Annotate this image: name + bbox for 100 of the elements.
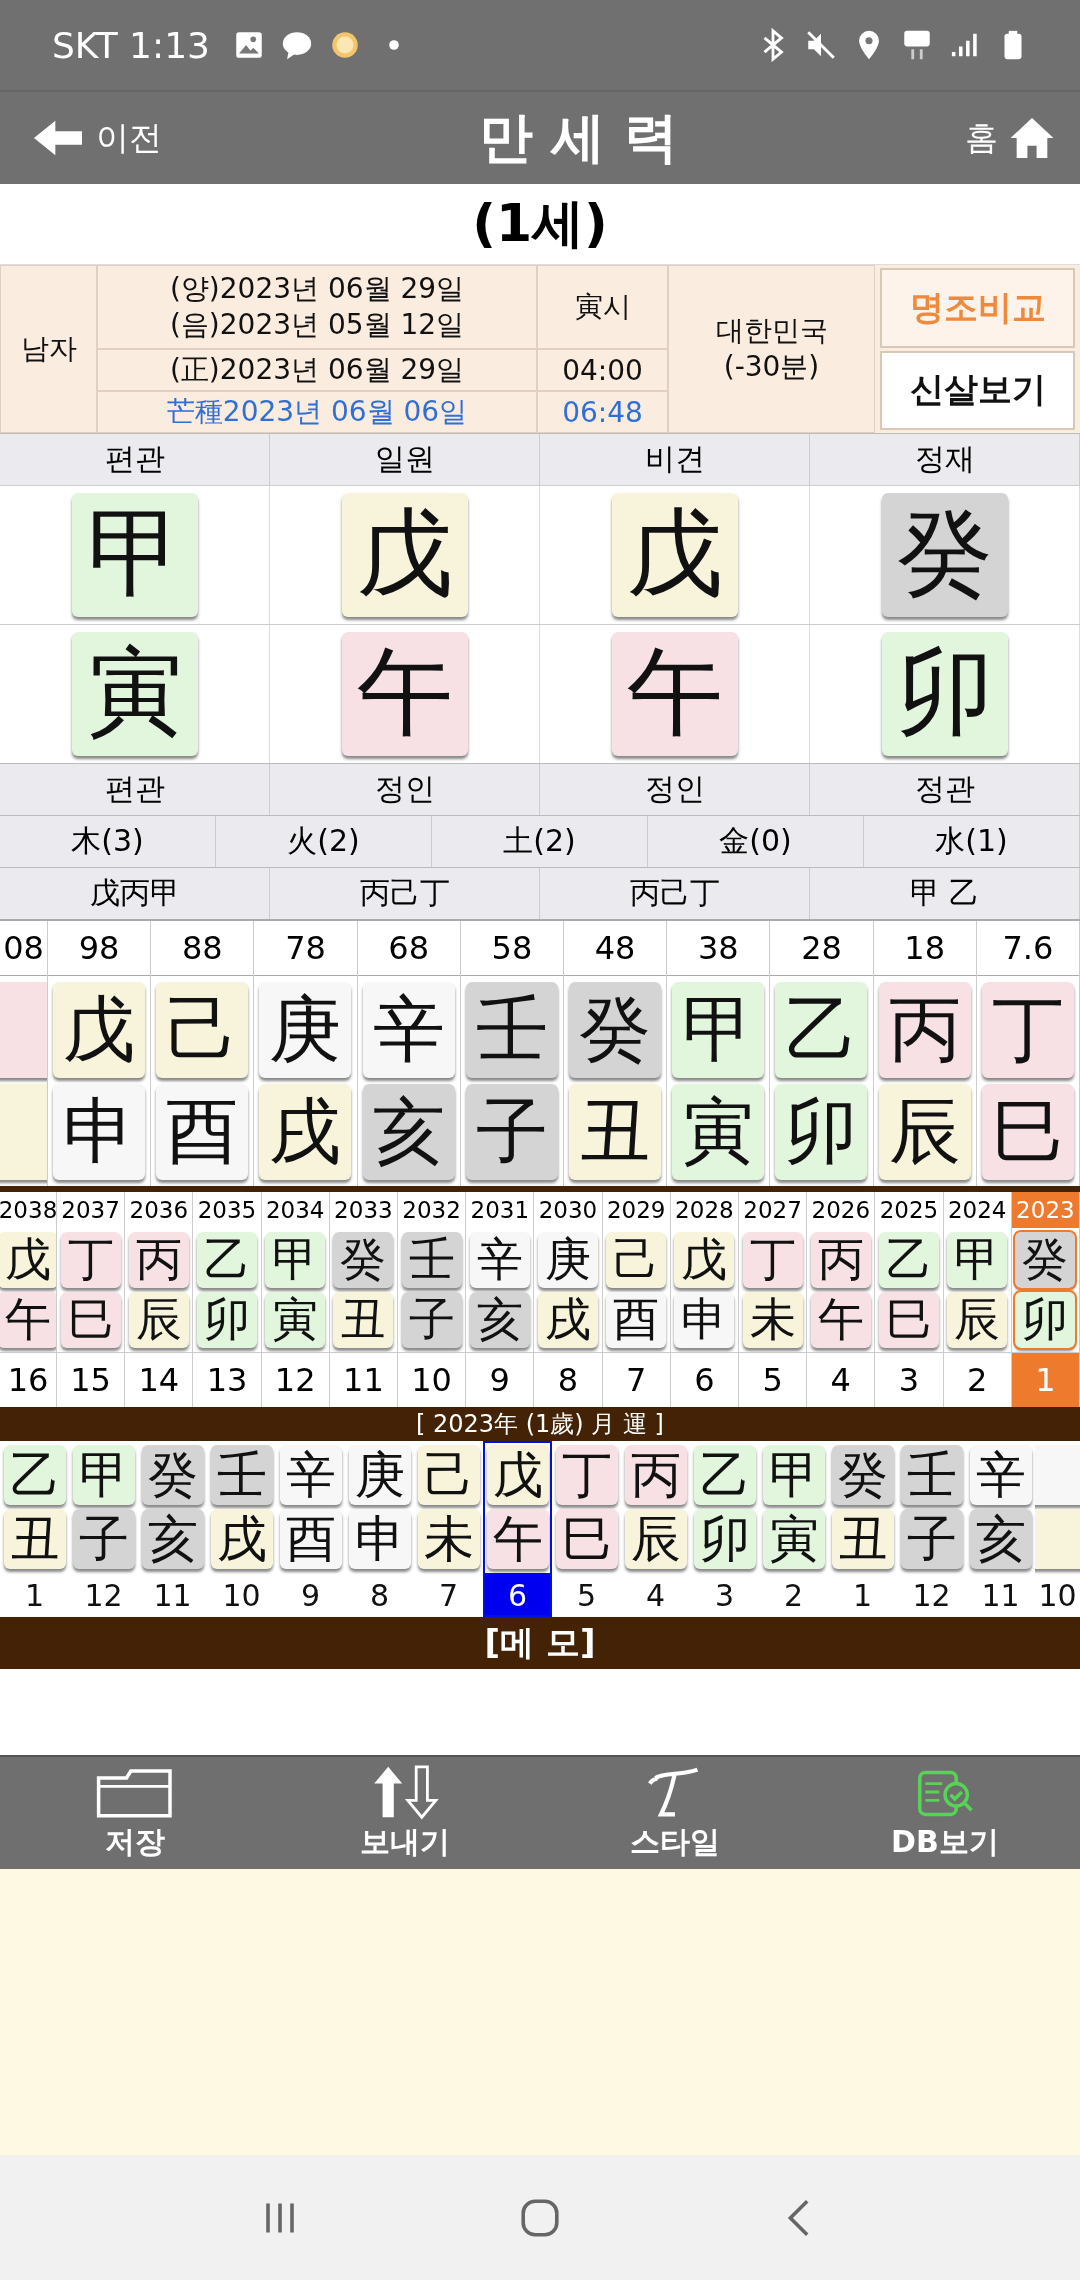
month-cell[interactable]: 10 <box>207 1573 276 1617</box>
month-cell[interactable]: 6 <box>483 1573 552 1617</box>
ganji-tile: 己 <box>417 1445 480 1505</box>
ganji-tile: 寅 <box>762 1509 825 1569</box>
ganji-tile: 子 <box>72 1509 135 1569</box>
table-cell: 28 <box>770 921 873 976</box>
ganji-tile: 卯 <box>775 1084 868 1180</box>
solar-term-cell: 芒種2023년 06월 06일 <box>97 391 537 433</box>
date-cell: (正)2023년 06월 29일 <box>97 349 537 391</box>
ganji-tile: 丙 <box>810 1232 871 1288</box>
ganji-tile: 丁 <box>555 1445 618 1505</box>
ganji-tile: 庚 <box>259 982 352 1078</box>
month-cell[interactable]: 2 <box>759 1573 828 1617</box>
memo-header: [메 모] <box>0 1617 1080 1669</box>
table-cell: 68 <box>357 921 460 976</box>
year-cell[interactable]: 2036 <box>125 1192 193 1228</box>
table-cell: 38 <box>667 921 770 976</box>
ganji-tile: 戊 <box>53 982 146 1078</box>
table-cell: 甲 乙 <box>810 868 1080 919</box>
year-cell[interactable]: 2029 <box>602 1192 670 1228</box>
year-cell[interactable]: 2031 <box>466 1192 534 1228</box>
gender-cell: 남자 <box>0 265 97 433</box>
ganji-tile: 丁 <box>742 1232 803 1288</box>
month-cell[interactable]: 7 <box>414 1573 483 1617</box>
ganji-tile: 庚 <box>348 1445 411 1505</box>
ganji-tile: 丙 <box>128 1232 189 1288</box>
ganji-tile: 癸 <box>831 1445 894 1505</box>
month-cell[interactable]: 12 <box>69 1573 138 1617</box>
year-cell[interactable]: 2033 <box>329 1192 397 1228</box>
ganji-tile: 甲 <box>672 982 765 1078</box>
year-cell[interactable]: 2038 <box>0 1192 56 1228</box>
mute-icon <box>804 28 838 62</box>
ganji-tile: 乙 <box>879 1232 939 1288</box>
ganji-tile: 己 <box>156 982 249 1078</box>
ganji-tile: 戌 <box>210 1509 273 1569</box>
back-button[interactable]: 이전 <box>30 115 162 161</box>
year-cell[interactable]: 2037 <box>57 1192 125 1228</box>
home-button[interactable]: 홈 <box>965 115 1056 161</box>
year-cell[interactable]: 2024 <box>943 1192 1011 1228</box>
month-cell[interactable]: 9 <box>276 1573 345 1617</box>
ganji-tile: 壬 <box>900 1445 963 1505</box>
month-cell[interactable]: 10 <box>1035 1573 1080 1617</box>
dot-icon <box>387 39 400 51</box>
ganji-tile: 午 <box>0 1292 56 1348</box>
table-cell: 편관 <box>0 434 270 485</box>
ganji-tile: 午 <box>341 632 468 756</box>
ganji-tile: 子 <box>401 1292 462 1348</box>
month-cell[interactable]: 8 <box>345 1573 414 1617</box>
year-cell[interactable]: 2034 <box>261 1192 329 1228</box>
ganji-tile: 己 <box>606 1232 667 1288</box>
year-cell[interactable]: 2026 <box>807 1192 875 1228</box>
ganji-tile: 乙 <box>197 1232 257 1288</box>
table-cell: 88 <box>151 921 254 976</box>
month-cell[interactable]: 5 <box>552 1573 621 1617</box>
month-cell[interactable]: 11 <box>138 1573 207 1617</box>
ganji-tile: 辛 <box>279 1445 342 1505</box>
ganji-tile: 卯 <box>881 632 1008 756</box>
table-cell: 일원 <box>270 434 540 485</box>
offset-label: (-30분) <box>723 349 820 385</box>
year-cell[interactable]: 2032 <box>398 1192 466 1228</box>
ganji-tile: 申 <box>674 1292 735 1348</box>
ganji-tile: 乙 <box>693 1445 756 1505</box>
table-cell: 비견 <box>540 434 810 485</box>
year-cell[interactable]: 2027 <box>739 1192 807 1228</box>
year-cell[interactable]: 2028 <box>670 1192 738 1228</box>
lunar-date: (음)2023년 05월 12일 <box>169 307 465 343</box>
ganji-tile: 丁 <box>981 982 1074 1078</box>
month-cell[interactable]: 11 <box>966 1573 1035 1617</box>
toolbar-button[interactable]: 저장 <box>0 1757 270 1869</box>
ganji-tile: 丑 <box>333 1292 394 1348</box>
ganji-tile: 辛 <box>469 1232 530 1288</box>
toolbar-button[interactable]: 보내기 <box>270 1757 540 1869</box>
year-cell[interactable]: 2030 <box>534 1192 602 1228</box>
ganji-tile: 酉 <box>606 1292 667 1348</box>
ganji-tile: 戌 <box>538 1292 598 1348</box>
year-cell[interactable]: 2025 <box>875 1192 943 1228</box>
ganji-tile: 丙 <box>878 982 971 1078</box>
month-cell[interactable]: 12 <box>897 1573 966 1617</box>
ganji-tile: 癸 <box>141 1445 204 1505</box>
month-cell[interactable]: 1 <box>0 1573 69 1617</box>
table-cell: 정재 <box>810 434 1080 485</box>
ganji-tile: 戊 <box>0 1232 56 1288</box>
ganji-tile: 寅 <box>672 1084 765 1180</box>
ganji-tile: 卯 <box>1015 1292 1076 1348</box>
month-cell[interactable]: 4 <box>621 1573 690 1617</box>
ganji-tile: 癸 <box>569 982 662 1078</box>
ganji-tile: 戊 <box>674 1232 735 1288</box>
year-cell[interactable]: 2035 <box>193 1192 261 1228</box>
hour-cell: 寅시 <box>537 265 668 349</box>
status-time: SKT 1:13 <box>52 24 210 66</box>
toolbar-button[interactable]: 스타일 <box>540 1757 810 1869</box>
month-cell[interactable]: 3 <box>690 1573 759 1617</box>
ganji-tile: 申 <box>348 1509 411 1569</box>
toolbar-button[interactable]: DB보기 <box>810 1757 1080 1869</box>
month-cell[interactable]: 1 <box>828 1573 897 1617</box>
ganji-tile: 甲 <box>265 1232 326 1288</box>
ganji-tile: 亥 <box>362 1084 455 1180</box>
ganji-tile: 庚 <box>538 1232 598 1288</box>
ganji-tile: 丑 <box>3 1509 66 1569</box>
action-button[interactable]: 신살보기 <box>880 350 1075 430</box>
